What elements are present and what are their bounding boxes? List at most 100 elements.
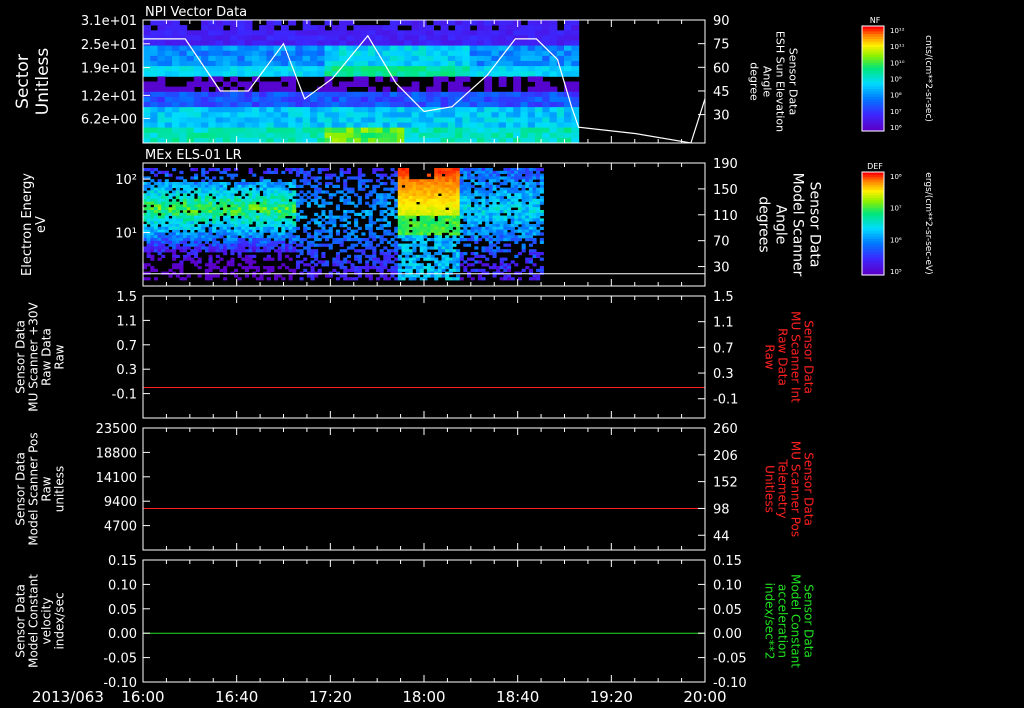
els-cell <box>317 176 322 180</box>
els-cell <box>397 257 402 261</box>
els-cell <box>237 196 242 200</box>
npi-cell <box>549 30 558 36</box>
els-cell <box>467 274 472 278</box>
els-cell <box>230 232 235 236</box>
els-cell <box>401 252 406 256</box>
els-cell <box>379 173 384 177</box>
els-cell <box>226 201 231 205</box>
els-cell <box>288 201 293 205</box>
els-cell <box>277 193 282 197</box>
npi-cell <box>440 30 449 36</box>
els-cell <box>168 182 173 186</box>
els-cell <box>153 204 158 208</box>
els-cell <box>303 268 308 272</box>
els-cell <box>517 173 522 177</box>
els-cell <box>306 246 311 250</box>
els-cell <box>208 238 213 242</box>
els-cell <box>521 229 526 233</box>
els-cell <box>332 215 337 219</box>
els-cell <box>357 182 362 186</box>
y-tick-label-left: 6.2e+00 <box>81 112 137 127</box>
npi-cell <box>542 86 551 93</box>
els-cell <box>201 212 206 216</box>
els-cell <box>419 184 424 188</box>
npi-cell <box>520 96 529 103</box>
els-cell <box>525 204 530 208</box>
els-cell <box>376 277 381 281</box>
els-cell <box>416 187 421 191</box>
els-cell <box>241 235 246 239</box>
els-cell <box>357 196 362 200</box>
els-cell <box>488 229 493 233</box>
els-cell <box>477 179 482 183</box>
els-cell <box>434 184 439 188</box>
els-cell <box>277 196 282 200</box>
els-cell <box>183 235 188 239</box>
y-axis-label-right: Angle <box>761 66 774 98</box>
els-cell <box>157 243 162 247</box>
els-cell <box>179 215 184 219</box>
els-cell <box>190 238 195 242</box>
els-cell <box>485 221 490 225</box>
els-cell <box>343 260 348 264</box>
npi-cell <box>186 35 195 41</box>
els-cell <box>161 254 166 258</box>
y-axis-label-left: Sensor Data <box>14 584 28 658</box>
els-cell <box>423 249 428 253</box>
npi-cell <box>193 132 202 139</box>
els-cell <box>223 266 228 270</box>
npi-cell <box>324 112 333 118</box>
els-cell <box>335 204 340 208</box>
npi-cell <box>397 112 405 118</box>
els-cell <box>204 170 209 174</box>
npi-cell <box>280 71 289 77</box>
els-cell <box>299 249 304 253</box>
els-cell <box>208 274 213 278</box>
els-cell <box>416 210 421 214</box>
npi-cell <box>244 117 253 123</box>
y-tick-label-left: 9400 <box>104 495 137 510</box>
els-cell <box>328 173 333 177</box>
els-cell <box>394 263 399 267</box>
els-cell <box>150 215 155 219</box>
els-cell <box>488 243 493 247</box>
els-cell <box>496 268 501 272</box>
els-cell <box>146 263 151 267</box>
els-cell <box>397 196 402 200</box>
els-cell <box>350 187 355 191</box>
els-cell <box>405 238 410 242</box>
els-cell <box>190 193 195 197</box>
els-cell <box>204 184 209 188</box>
els-cell <box>423 266 428 270</box>
npi-cell <box>360 117 369 123</box>
els-cell <box>339 263 344 267</box>
npi-cell <box>215 96 224 103</box>
els-cell <box>481 232 486 236</box>
y-tick-label-left: 2.5e+01 <box>81 38 137 53</box>
els-cell <box>186 246 191 250</box>
els-cell <box>536 218 541 222</box>
npi-cell <box>353 61 362 67</box>
els-cell <box>212 212 217 216</box>
els-cell <box>281 204 286 208</box>
npi-cell <box>266 117 275 123</box>
els-cell <box>285 226 290 230</box>
els-cell <box>164 224 169 228</box>
npi-cell <box>469 55 478 62</box>
els-cell <box>383 218 388 222</box>
els-cell <box>252 210 257 214</box>
els-cell <box>394 226 399 230</box>
y-axis-label-left: Raw Data <box>40 328 54 386</box>
els-cell <box>467 224 472 228</box>
els-cell <box>288 226 293 230</box>
y-tick-label-right: 0.05 <box>713 603 742 618</box>
npi-cell <box>317 91 326 98</box>
npi-cell <box>426 40 434 46</box>
els-cell <box>197 238 202 242</box>
els-cell <box>241 190 246 194</box>
npi-cell <box>201 25 209 31</box>
els-cell <box>376 184 381 188</box>
els-cell <box>408 277 413 281</box>
els-cell <box>525 207 530 211</box>
els-cell <box>153 168 158 172</box>
